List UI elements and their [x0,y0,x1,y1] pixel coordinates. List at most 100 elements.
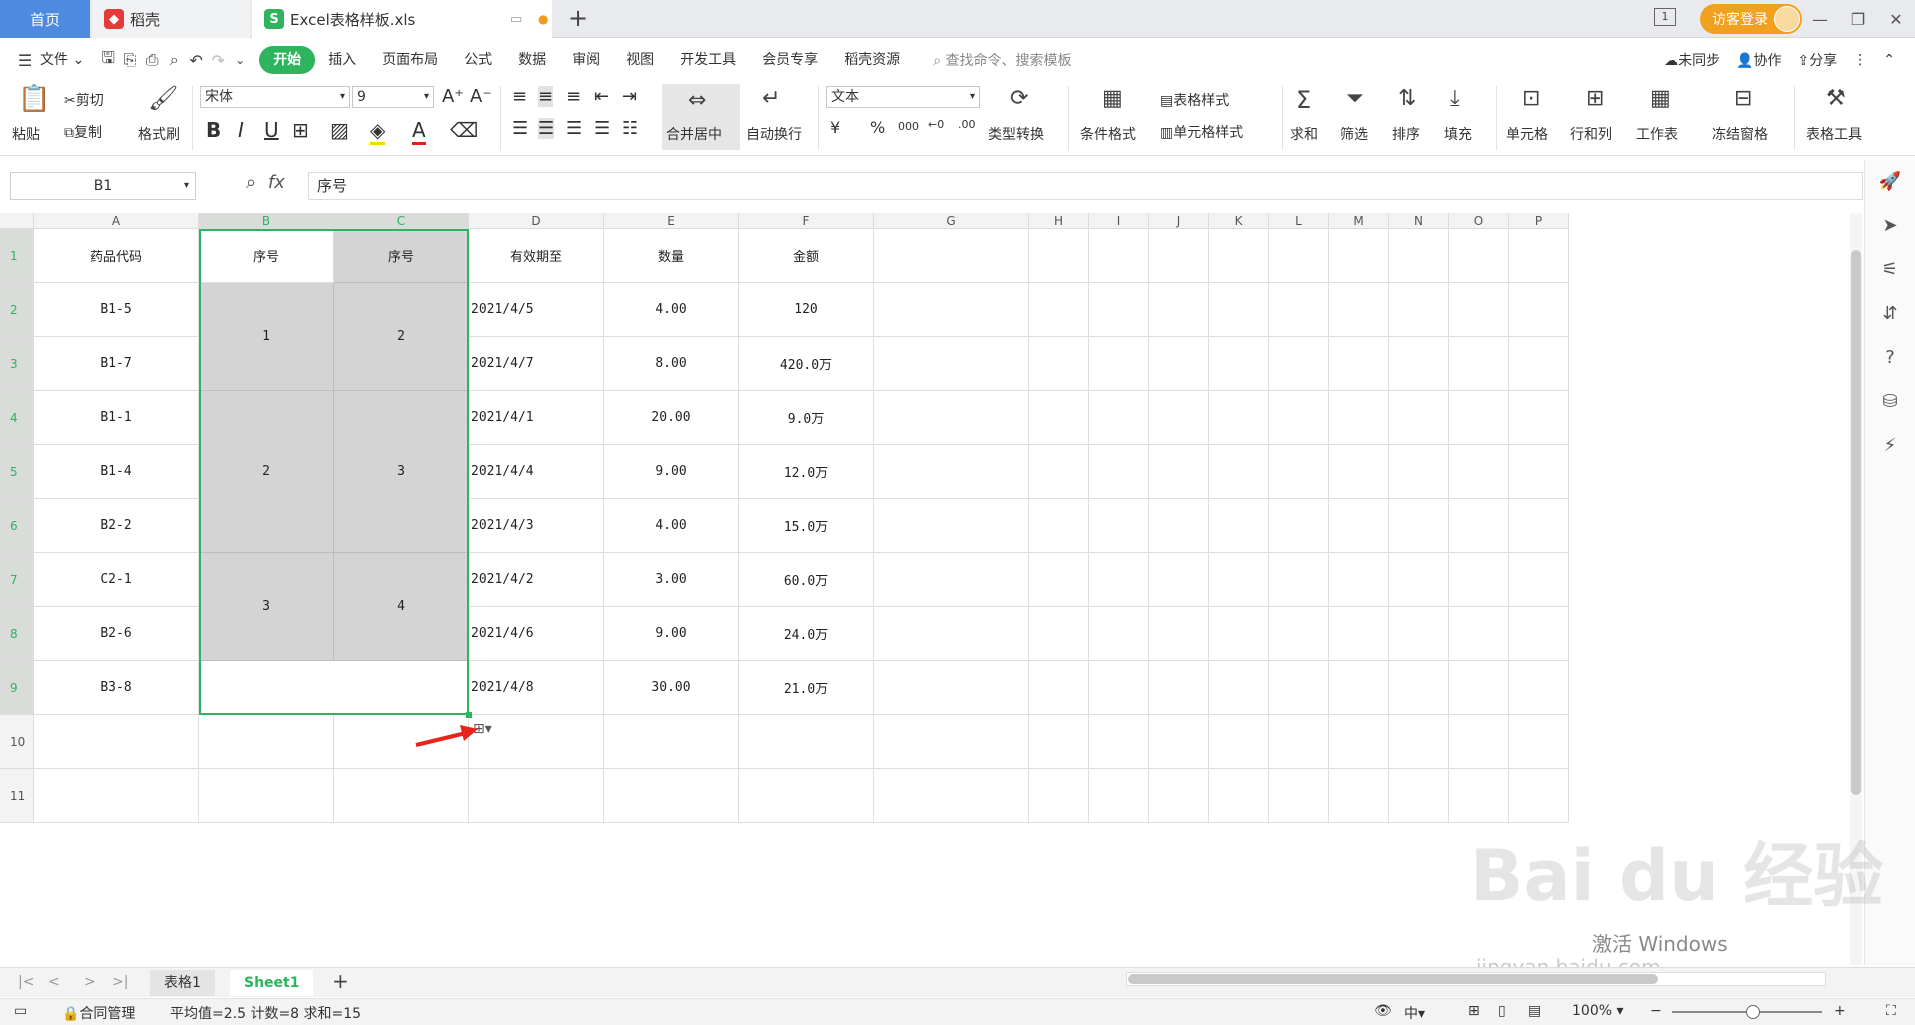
header-cell[interactable]: 有效期至 [469,229,604,283]
column-header-k[interactable]: K [1209,213,1269,229]
cell[interactable] [1209,391,1269,445]
data-cell[interactable]: 2021/4/2 [469,553,604,607]
hamburger-menu-icon[interactable]: ☰ [14,51,36,70]
cell[interactable] [1149,391,1209,445]
column-header-n[interactable]: N [1389,213,1449,229]
merged-cell[interactable]: 2 [334,283,469,391]
merged-cell[interactable]: 3 [334,391,469,553]
cell[interactable] [1329,553,1389,607]
cell[interactable] [874,283,1029,337]
clear-icon[interactable]: ⌫ [450,118,478,142]
cell[interactable] [1029,553,1089,607]
column-header-o[interactable]: O [1449,213,1509,229]
merged-cell[interactable]: 2 [199,391,334,553]
cell[interactable] [1149,553,1209,607]
indent-decrease-icon[interactable]: ⇤ [594,86,609,107]
align-middle-icon[interactable]: ≡ [538,86,554,107]
rocket-icon[interactable]: 🚀 [1865,160,1915,204]
data-cell[interactable]: 2021/4/6 [469,607,604,661]
column-header-i[interactable]: I [1089,213,1149,229]
cell[interactable] [1089,499,1149,553]
cell[interactable] [1269,229,1329,283]
data-cell[interactable]: C2-1 [34,553,199,607]
format-painter-icon[interactable]: 🖌 [148,84,178,112]
cell[interactable] [874,445,1029,499]
share-button[interactable]: ⇪分享 [1798,50,1838,70]
cell[interactable] [1509,769,1569,823]
minimize-icon[interactable]: — [1801,10,1839,29]
row-header-10[interactable]: 10 [0,715,34,769]
cell[interactable] [1089,553,1149,607]
header-cell[interactable]: 药品代码 [34,229,199,283]
data-cell[interactable]: 2021/4/7 [469,337,604,391]
undo-icon[interactable]: ↶ [185,51,207,70]
table-style-button[interactable]: ▤表格样式 [1160,90,1229,110]
function-icon[interactable]: fx [268,172,285,193]
type-convert-icon[interactable]: ⟳ [1010,86,1028,111]
underline-icon[interactable]: U [264,118,279,142]
font-size-select[interactable]: 9 ▾ [352,86,434,108]
cursor-icon[interactable]: ➤ [1865,204,1915,248]
zoom-in-icon[interactable]: + [1834,1003,1846,1019]
filter-button[interactable]: 筛选 [1340,124,1368,144]
cell[interactable] [739,769,874,823]
cell[interactable] [1029,715,1089,769]
normal-view-icon[interactable]: ⊞ [1468,1003,1480,1019]
fill-button[interactable]: 填充 [1444,124,1472,144]
tab-document[interactable]: S Excel表格样板.xls ▭ ● [252,0,552,38]
window-count-badge[interactable]: 1 [1654,8,1676,26]
cell[interactable] [1329,229,1389,283]
help-icon[interactable]: ? [1865,336,1915,380]
tab-daoke-resources[interactable]: 稻壳资源 [831,46,913,74]
data-cell[interactable]: 15.0万 [739,499,874,553]
zoom-level-select[interactable]: 100% ▾ [1572,1003,1624,1019]
bold-icon[interactable]: B [206,118,221,142]
data-cell[interactable]: 20.00 [604,391,739,445]
cell[interactable] [1209,499,1269,553]
decrease-decimal-icon[interactable]: .00 [958,118,976,131]
data-cell[interactable]: 4.00 [604,283,739,337]
cell[interactable] [1149,229,1209,283]
data-cell[interactable]: 2021/4/1 [469,391,604,445]
cell[interactable] [1209,607,1269,661]
type-convert-button[interactable]: 类型转换 [988,124,1044,144]
column-header-g[interactable]: G [874,213,1029,229]
next-sheet-icon[interactable]: > [84,974,96,990]
cell[interactable] [34,715,199,769]
zoom-slider-thumb[interactable] [1746,1005,1760,1019]
cell-style-button[interactable]: ▥单元格样式 [1160,122,1243,142]
header-cell[interactable]: 序号 [334,229,469,283]
cell[interactable] [1329,283,1389,337]
monitor-icon[interactable]: ▭ [510,12,522,27]
cell[interactable] [1269,769,1329,823]
font-name-select[interactable]: 宋体 ▾ [200,86,350,108]
sum-button[interactable]: 求和 [1290,124,1318,144]
cell[interactable] [1269,445,1329,499]
cell[interactable] [1089,715,1149,769]
cell[interactable] [874,337,1029,391]
data-cell[interactable]: 24.0万 [739,607,874,661]
cell[interactable] [1209,445,1269,499]
cell[interactable] [874,553,1029,607]
cell[interactable] [1089,337,1149,391]
paste-icon[interactable]: 📋 [18,84,50,114]
cell[interactable] [1029,391,1089,445]
redo-icon[interactable]: ↷ [207,51,229,70]
close-icon[interactable]: ✕ [1877,10,1915,29]
column-header-j[interactable]: J [1149,213,1209,229]
tab-formula[interactable]: 公式 [451,46,505,74]
column-header-d[interactable]: D [469,213,604,229]
data-cell[interactable]: 4.00 [604,499,739,553]
cell[interactable] [1089,283,1149,337]
cell[interactable] [1269,553,1329,607]
collab-button[interactable]: 👤协作 [1736,50,1781,70]
cell[interactable] [1389,445,1449,499]
lightning-icon[interactable]: ⚡ [1865,424,1915,468]
cell[interactable] [1329,445,1389,499]
cell[interactable] [199,769,334,823]
cell[interactable] [1089,229,1149,283]
cell[interactable] [1389,337,1449,391]
data-cell[interactable]: 420.0万 [739,337,874,391]
cell[interactable] [1149,445,1209,499]
header-cell[interactable]: 数量 [604,229,739,283]
